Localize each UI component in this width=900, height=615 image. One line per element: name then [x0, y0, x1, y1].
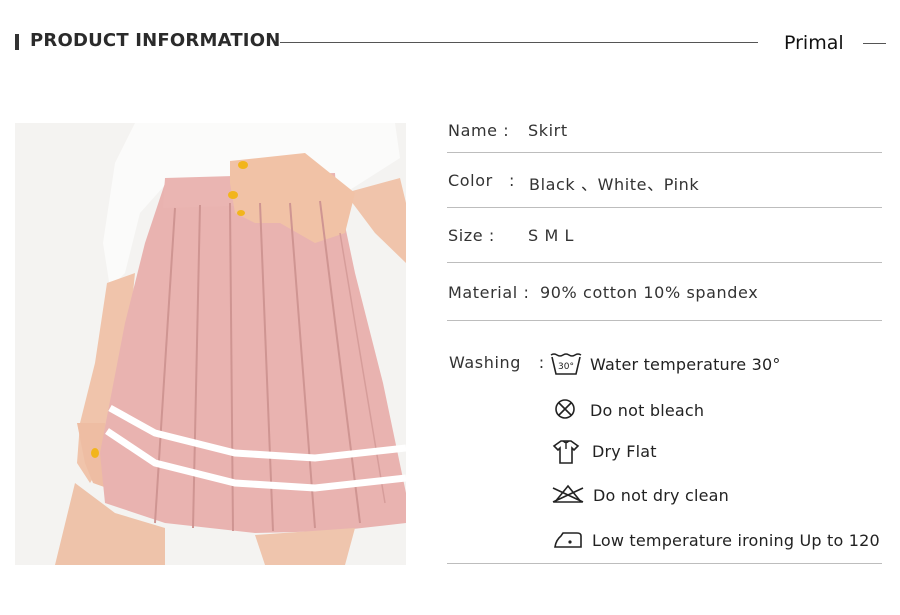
- color-label: Color: [448, 171, 493, 190]
- row-divider: [447, 262, 882, 263]
- wash-item-text: Dry Flat: [592, 442, 657, 461]
- skirt-illustration: [15, 123, 406, 565]
- wash-item-text: Do not dry clean: [593, 486, 730, 505]
- row-divider: [447, 207, 882, 208]
- brand-logo: Primal: [784, 32, 844, 54]
- row-divider: [447, 320, 882, 321]
- washing-colon: :: [538, 353, 545, 372]
- row-divider: [447, 563, 882, 564]
- header-divider-right: [863, 43, 886, 44]
- header-accent-bar: [15, 34, 19, 50]
- size-label: Size :: [448, 226, 495, 245]
- low-iron-icon: [553, 530, 583, 554]
- material-value: 90% cotton 10% spandex: [540, 283, 759, 302]
- size-value: S M L: [528, 226, 575, 245]
- material-label: Material :: [448, 283, 530, 302]
- no-dry-clean-icon: [551, 483, 585, 509]
- wash-temp-text: 30°: [558, 362, 574, 372]
- header-divider: [280, 42, 758, 43]
- name-value: Skirt: [528, 121, 568, 140]
- wash-item-text: Do not bleach: [590, 401, 705, 420]
- row-divider: [447, 152, 882, 153]
- dry-flat-icon: [552, 438, 580, 470]
- wash-item-text: Low temperature ironing Up to 120: [592, 531, 880, 550]
- no-bleach-icon: [554, 398, 576, 424]
- wash-30-icon: 30°: [550, 352, 582, 380]
- product-image: [15, 123, 406, 565]
- section-title: PRODUCT INFORMATION: [30, 30, 281, 51]
- name-label: Name :: [448, 121, 510, 140]
- washing-label: Washing :: [449, 353, 545, 372]
- color-value: Black 、White、Pink: [529, 175, 700, 194]
- color-colon: :: [509, 171, 515, 190]
- wash-item-text: Water temperature 30°: [590, 355, 781, 374]
